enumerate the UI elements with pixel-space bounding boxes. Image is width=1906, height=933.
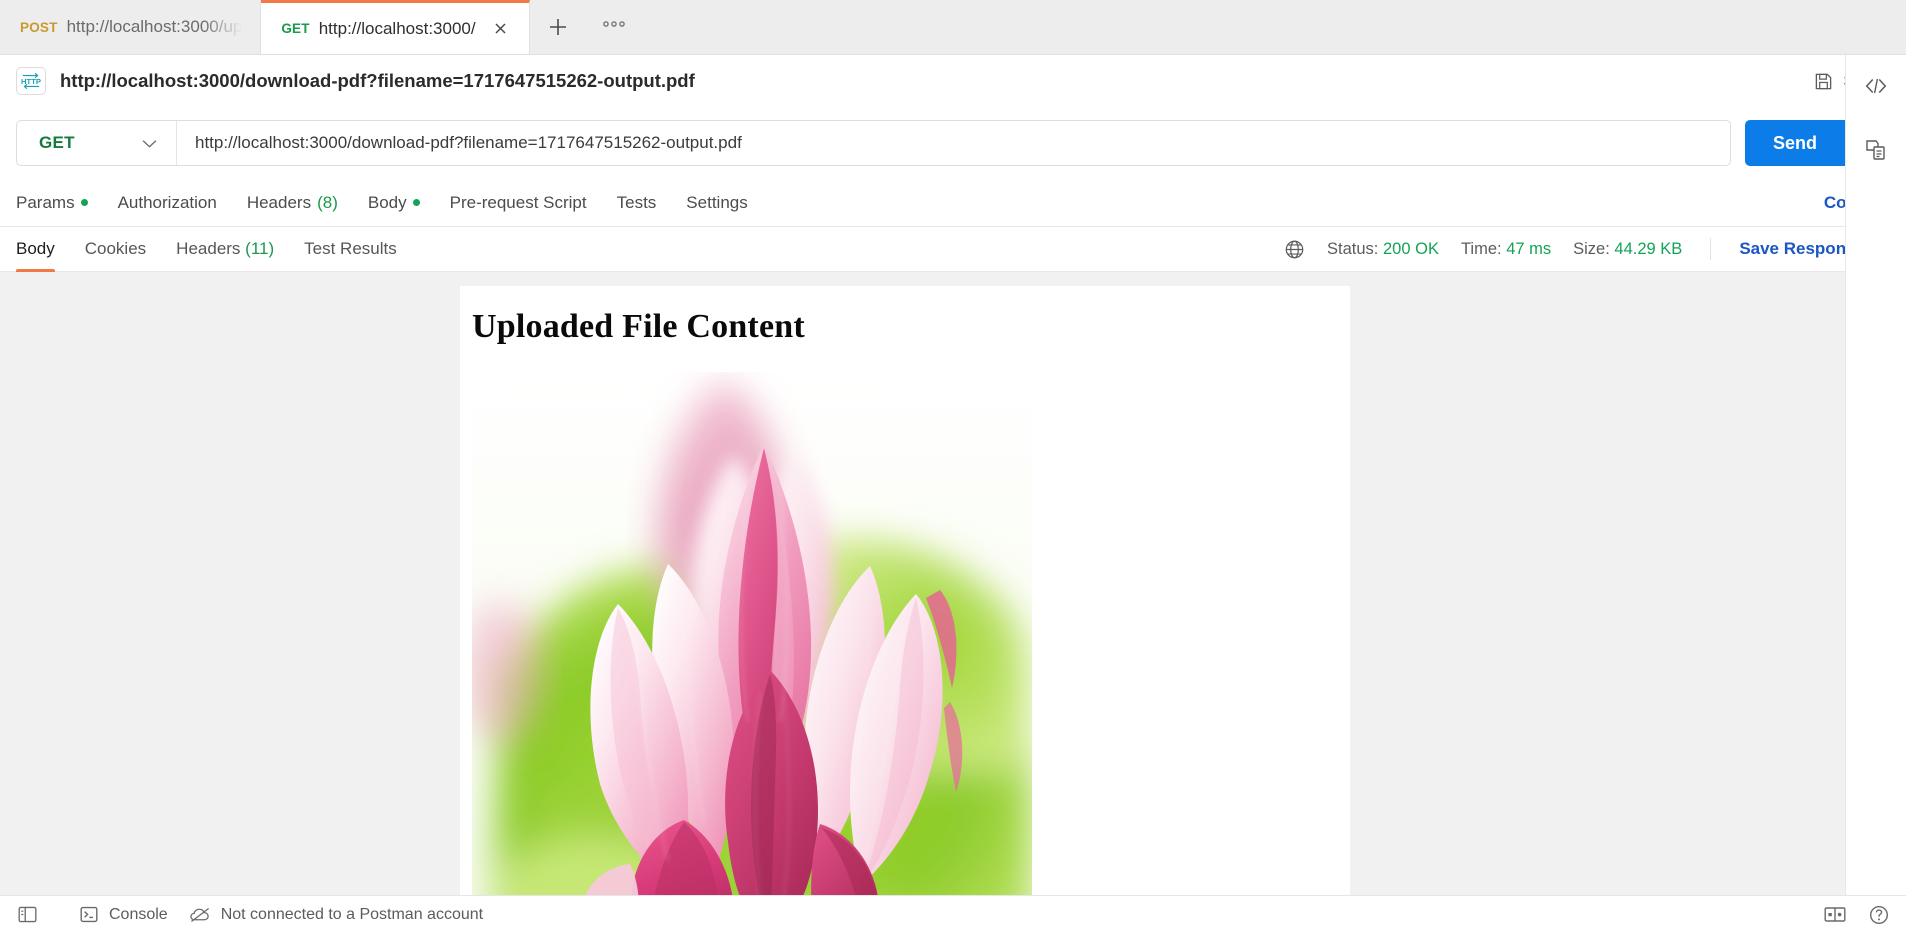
svg-text:HTTP: HTTP: [21, 77, 41, 86]
tab-overflow-menu-button[interactable]: [585, 0, 642, 54]
floppy-disk-icon: [1814, 72, 1833, 91]
tab-label: Tests: [616, 192, 657, 212]
tab-label: Params: [16, 192, 75, 212]
size-label: Size:: [1573, 239, 1610, 258]
tab-body[interactable]: Body: [368, 193, 420, 213]
tab-strip-empty-space: [641, 0, 1906, 54]
tab-method-label: GET: [281, 21, 310, 36]
tab-url-label: http://localhost:3000/: [318, 18, 476, 38]
response-body-preview: Uploaded File Content: [0, 272, 1906, 895]
tab-authorization[interactable]: Authorization: [118, 193, 217, 213]
tab-params[interactable]: Params: [16, 193, 88, 213]
page-title: http://localhost:3000/download-pdf?filen…: [60, 70, 695, 91]
url-bar: GET http://localhost:3000/download-pdf?f…: [16, 120, 1731, 166]
modified-dot-icon: [80, 199, 88, 206]
status-value: 200 OK: [1383, 239, 1439, 258]
layout-toggle-button[interactable]: [1824, 904, 1846, 926]
sidebar-toggle-icon: [16, 904, 38, 926]
method-selector[interactable]: GET: [17, 121, 177, 165]
lotus-flower-image: [472, 372, 1032, 895]
help-circle-icon: [1868, 904, 1890, 926]
request-tab-post[interactable]: POST http://localhost:3000/up: [0, 0, 262, 54]
request-tab-get[interactable]: GET http://localhost:3000/: [261, 0, 530, 54]
postman-window: POST http://localhost:3000/up GET http:/…: [0, 0, 1906, 933]
code-icon[interactable]: [1858, 69, 1894, 103]
tab-label: Headers: [246, 192, 312, 212]
request-header: HTTP http://localhost:3000/download-pdf?…: [0, 55, 1906, 107]
size-value: 44.29 KB: [1614, 239, 1683, 258]
time-metric: Time: 47 ms: [1461, 240, 1551, 259]
url-input[interactable]: http://localhost:3000/download-pdf?filen…: [177, 121, 1730, 165]
sidebar-toggle-button[interactable]: [16, 904, 38, 926]
tab-label: Body: [16, 239, 55, 258]
tab-strip: POST http://localhost:3000/up GET http:/…: [0, 0, 1906, 55]
two-pane-layout-icon: [1824, 904, 1846, 926]
status-bar: Console Not connected to a Postman accou…: [0, 895, 1906, 933]
account-status[interactable]: Not connected to a Postman account: [190, 904, 483, 926]
chevron-down-icon: [141, 138, 158, 149]
tab-count: (8): [317, 192, 338, 212]
console-label: Console: [109, 905, 168, 923]
modified-dot-icon: [412, 199, 420, 206]
documentation-icon[interactable]: [1858, 133, 1894, 167]
tab-label: Cookies: [84, 239, 147, 258]
time-value: 47 ms: [1506, 239, 1552, 258]
terminal-icon: [78, 904, 100, 926]
tab-response-headers[interactable]: Headers (11): [176, 227, 274, 272]
tab-settings[interactable]: Settings: [686, 193, 747, 213]
tab-count: (11): [245, 239, 275, 258]
cloud-offline-icon: [190, 904, 212, 926]
method-label: GET: [39, 133, 75, 152]
tab-label: Pre-request Script: [449, 192, 587, 212]
tab-label: Body: [367, 192, 407, 212]
tab-label: Settings: [686, 192, 748, 212]
url-bar-row: GET http://localhost:3000/download-pdf?f…: [0, 107, 1906, 179]
size-metric: Size: 44.29 KB: [1573, 240, 1682, 259]
tab-label: Test Results: [304, 239, 397, 258]
globe-icon: [1284, 239, 1305, 260]
http-protocol-icon: HTTP: [16, 67, 46, 95]
help-button[interactable]: [1868, 904, 1890, 926]
tab-response-cookies[interactable]: Cookies: [85, 227, 146, 272]
pdf-document-title: Uploaded File Content: [472, 308, 805, 345]
tab-headers[interactable]: Headers (8): [247, 193, 338, 213]
tab-label: Authorization: [117, 192, 217, 212]
tab-test-results[interactable]: Test Results: [304, 227, 397, 272]
console-button[interactable]: Console: [78, 904, 168, 926]
pdf-page: Uploaded File Content: [460, 286, 1350, 895]
pdf-image-container: [472, 372, 1032, 895]
account-status-label: Not connected to a Postman account: [220, 905, 484, 923]
tab-tests[interactable]: Tests: [617, 193, 657, 213]
response-meta: Status: 200 OK Time: 47 ms Size: 44.29 K…: [1284, 238, 1890, 260]
tab-pre-request-script[interactable]: Pre-request Script: [450, 193, 587, 213]
tab-response-body[interactable]: Body: [16, 227, 55, 272]
tab-label: Headers: [176, 239, 241, 258]
right-sidebar-rail: [1845, 55, 1906, 895]
new-tab-button[interactable]: [529, 0, 586, 54]
tab-method-label: POST: [20, 19, 58, 35]
send-button[interactable]: Send: [1745, 120, 1845, 166]
response-section-tabs: Body Cookies Headers (11) Test Results S…: [0, 227, 1906, 272]
close-icon[interactable]: [491, 19, 511, 39]
request-section-tabs: Params Authorization Headers (8) Body Pr…: [0, 179, 1906, 227]
status-metric: Status: 200 OK: [1327, 240, 1439, 259]
time-label: Time:: [1460, 239, 1502, 258]
status-label: Status:: [1327, 239, 1379, 258]
tab-url-label: http://localhost:3000/up: [66, 17, 243, 36]
meta-divider: [1710, 238, 1712, 260]
